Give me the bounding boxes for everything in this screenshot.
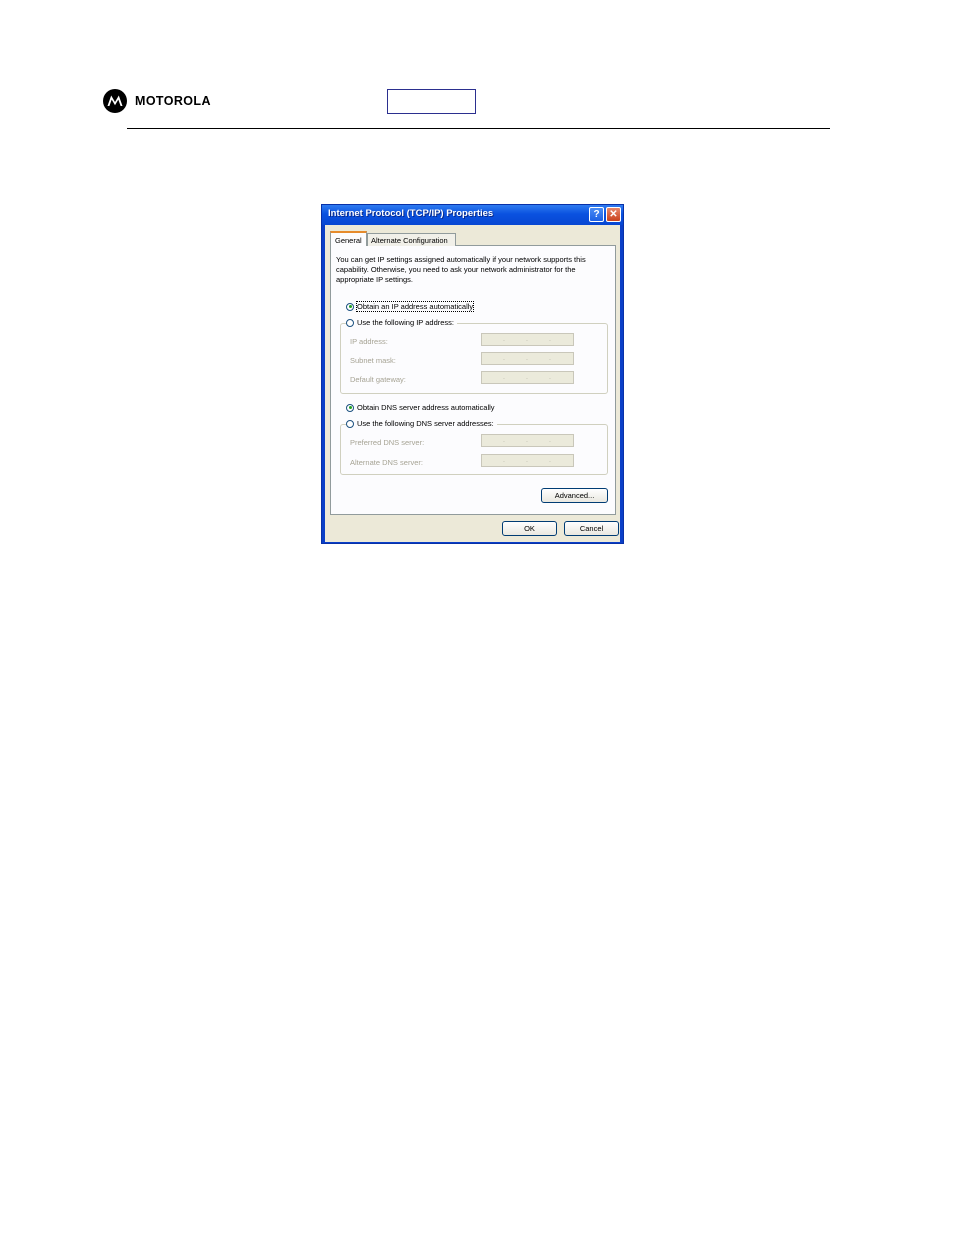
dialog-client: General Alternate Configuration You can … [325, 225, 620, 542]
advanced-button[interactable]: Advanced... [541, 488, 608, 503]
use-following-ip-radio[interactable] [346, 318, 354, 327]
ip-address-label: IP address: [350, 337, 388, 346]
ok-button[interactable]: OK [502, 521, 557, 536]
help-button[interactable]: ? [589, 207, 604, 222]
preferred-dns-label: Preferred DNS server: [350, 438, 425, 447]
alternate-dns-label: Alternate DNS server: [350, 458, 423, 467]
dialog-titlebar[interactable]: Internet Protocol (TCP/IP) Properties ? … [322, 205, 623, 225]
default-gateway-input[interactable]: ... [481, 371, 574, 384]
obtain-dns-auto-label: Obtain DNS server address automatically [357, 403, 495, 412]
close-icon: ✕ [609, 209, 618, 220]
use-following-ip-label: Use the following IP address: [357, 318, 454, 327]
obtain-dns-auto-radio[interactable] [346, 403, 354, 412]
tab-general[interactable]: General [330, 231, 367, 246]
obtain-dns-auto-option[interactable]: Obtain DNS server address automatically [346, 403, 498, 412]
cancel-button[interactable]: Cancel [564, 521, 619, 536]
header-divider [127, 128, 830, 129]
preferred-dns-input[interactable]: ... [481, 434, 574, 447]
close-button[interactable]: ✕ [606, 207, 621, 222]
use-following-dns-radio[interactable] [346, 419, 354, 428]
use-following-ip-option[interactable]: Use the following IP address: [346, 318, 457, 327]
intro-text: You can get IP settings assigned automat… [336, 255, 586, 284]
dns-server-group [340, 424, 608, 475]
use-following-dns-option[interactable]: Use the following DNS server addresses: [346, 419, 497, 428]
motorola-brand: MOTOROLA [103, 89, 211, 113]
obtain-ip-auto-label: Obtain an IP address automatically [355, 301, 475, 312]
tcpip-properties-dialog: Internet Protocol (TCP/IP) Properties ? … [321, 204, 624, 544]
subnet-mask-input[interactable]: ... [481, 352, 574, 365]
obtain-ip-auto-radio[interactable] [346, 302, 354, 311]
motorola-logo-icon [103, 89, 127, 113]
dialog-title: Internet Protocol (TCP/IP) Properties [328, 208, 494, 219]
brand-name: MOTOROLA [135, 94, 211, 108]
obtain-ip-auto-option[interactable]: Obtain an IP address automatically [346, 301, 477, 312]
subnet-mask-label: Subnet mask: [350, 356, 396, 365]
alternate-dns-input[interactable]: ... [481, 454, 574, 467]
header-box [387, 89, 476, 114]
default-gateway-label: Default gateway: [350, 375, 406, 384]
use-following-dns-label: Use the following DNS server addresses: [357, 419, 494, 428]
ip-address-input[interactable]: ... [481, 333, 574, 346]
tab-alternate-configuration[interactable]: Alternate Configuration [367, 233, 456, 246]
